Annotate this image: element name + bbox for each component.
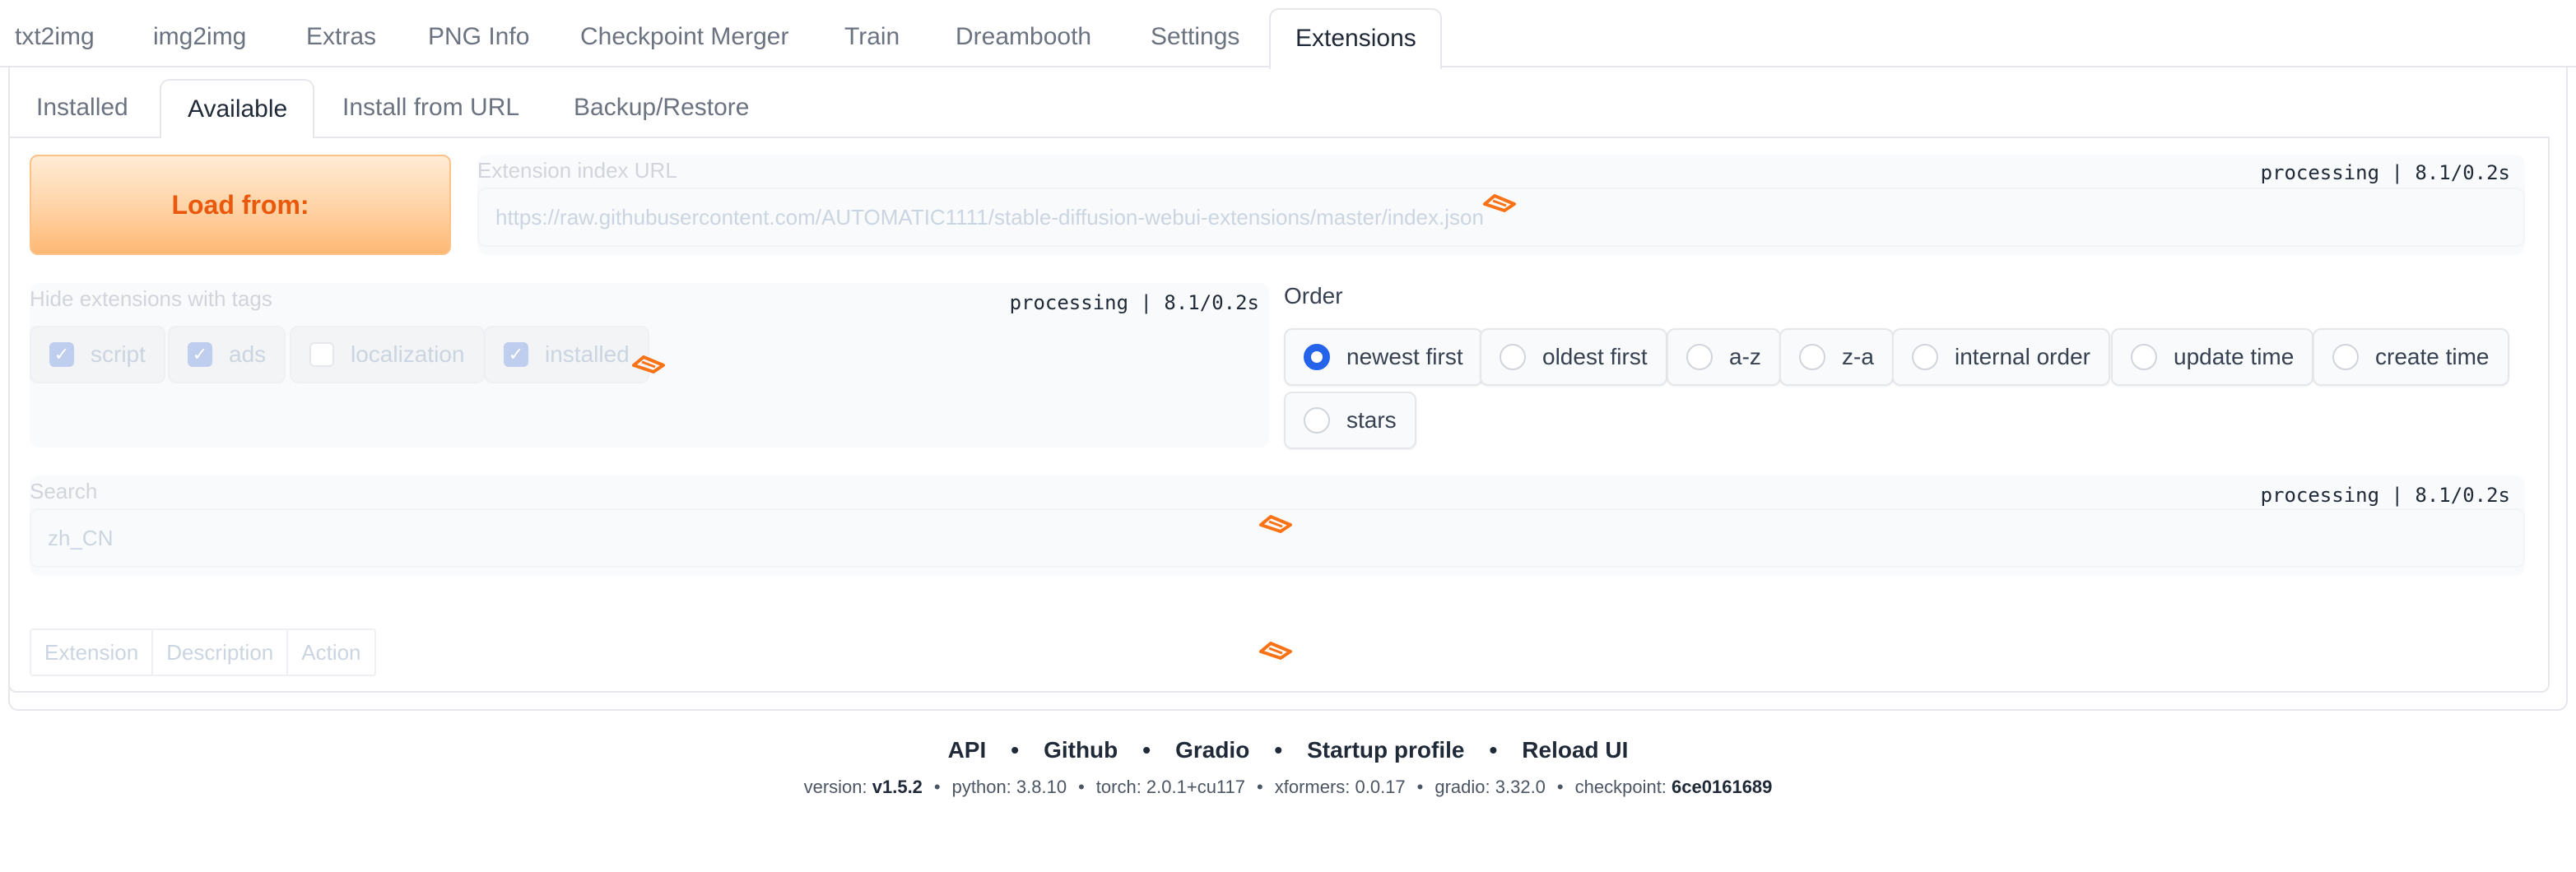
column-header-description[interactable]: Description — [153, 630, 289, 675]
order-radio-internal-order[interactable]: internal order — [1892, 328, 2110, 386]
tab-extensions[interactable]: Extensions — [1269, 8, 1442, 69]
tab-checkpoint-merger[interactable]: Checkpoint Merger — [580, 8, 788, 67]
tag-label: localization — [351, 341, 465, 367]
tab-settings[interactable]: Settings — [1151, 8, 1239, 67]
radio-unselected-icon — [1799, 344, 1825, 370]
checkbox-unchecked-icon — [309, 342, 334, 367]
footer-separator: • — [1257, 777, 1263, 797]
order-label: Order — [1284, 283, 1343, 308]
order-option-label: z-a — [1842, 344, 1874, 369]
loading-spinner-icon — [1483, 194, 1516, 212]
subtab-installed[interactable]: Installed — [36, 79, 128, 137]
footer-separator: • — [1078, 777, 1085, 797]
radio-unselected-icon — [1304, 407, 1330, 434]
tag-label: script — [91, 341, 146, 367]
hide-tags-label: Hide extensions with tags — [30, 286, 272, 311]
hide-tags-status: processing | 8.1/0.2s — [1009, 291, 1259, 314]
order-option-label: a-z — [1729, 344, 1761, 369]
load-from-button[interactable]: Load from: — [30, 155, 451, 255]
radio-selected-icon — [1304, 344, 1330, 370]
loading-spinner-icon — [632, 355, 665, 373]
python-version: python: 3.8.10 — [951, 777, 1067, 797]
order-radio-z-a[interactable]: z-a — [1779, 328, 1894, 386]
footer-separator: • — [1556, 777, 1564, 797]
order-radio-stars[interactable]: stars — [1284, 392, 1416, 449]
checkbox-checked-icon: ✓ — [504, 342, 528, 367]
tag-checkbox-script[interactable]: ✓ script — [30, 326, 165, 383]
tab-txt2img[interactable]: txt2img — [15, 8, 95, 67]
footer-separator: • — [1011, 737, 1020, 763]
loading-spinner-icon — [1259, 642, 1292, 660]
torch-version: torch: 2.0.1+cu117 — [1095, 777, 1246, 797]
gradio-version: gradio: 3.32.0 — [1434, 777, 1546, 797]
footer-separator: • — [1142, 737, 1151, 763]
order-radio-update-time[interactable]: update time — [2111, 328, 2314, 386]
order-radio-newest-first[interactable]: newest first — [1284, 328, 1483, 386]
radio-unselected-icon — [1686, 344, 1713, 370]
order-radio-create-time[interactable]: create time — [2313, 328, 2509, 386]
tag-label: installed — [545, 341, 630, 367]
column-header-extension[interactable]: Extension — [31, 630, 154, 675]
tag-checkbox-installed[interactable]: ✓ installed — [484, 326, 649, 383]
footer-link-github[interactable]: Github — [1044, 737, 1118, 763]
version-value: v1.5.2 — [872, 777, 923, 797]
order-option-label: stars — [1346, 407, 1397, 433]
footer-separator: • — [1274, 737, 1283, 763]
footer-separator: • — [933, 777, 941, 797]
tab-png-info[interactable]: PNG Info — [428, 8, 529, 67]
index-url-status: processing | 8.1/0.2s — [2260, 161, 2510, 184]
radio-unselected-icon — [1912, 344, 1938, 370]
order-radio-oldest-first[interactable]: oldest first — [1480, 328, 1667, 386]
subtab-backup-restore[interactable]: Backup/Restore — [574, 79, 749, 137]
subtab-available[interactable]: Available — [160, 79, 314, 138]
footer-links: API • Github • Gradio • Startup profile • Reload… — [0, 737, 2576, 763]
search-status: processing | 8.1/0.2s — [2260, 484, 2510, 507]
radio-unselected-icon — [1500, 344, 1526, 370]
radio-unselected-icon — [2332, 344, 2359, 370]
checkbox-checked-icon: ✓ — [188, 342, 212, 367]
order-option-label: oldest first — [1542, 344, 1648, 369]
tab-train[interactable]: Train — [844, 8, 900, 67]
footer-version-info: version: v1.5.2 • python: 3.8.10 • torch: 2.… — [0, 777, 2576, 798]
footer-separator: • — [1489, 737, 1498, 763]
checkpoint-value[interactable]: 6ce0161689 — [1672, 777, 1772, 797]
search-label: Search — [30, 479, 98, 503]
tab-img2img[interactable]: img2img — [153, 8, 246, 67]
loading-spinner-icon — [1259, 515, 1292, 533]
subtab-install-from-url[interactable]: Install from URL — [342, 79, 519, 137]
order-option-label: newest first — [1346, 344, 1463, 369]
footer-link-reload-ui[interactable]: Reload UI — [1522, 737, 1628, 763]
tab-dreambooth[interactable]: Dreambooth — [956, 8, 1091, 67]
footer-link-gradio[interactable]: Gradio — [1175, 737, 1249, 763]
footer-separator: • — [1416, 777, 1424, 797]
version-label: version: — [803, 777, 867, 797]
tab-extras[interactable]: Extras — [306, 8, 376, 67]
order-radio-a-z[interactable]: a-z — [1667, 328, 1781, 386]
order-option-label: update time — [2174, 344, 2295, 369]
tag-checkbox-ads[interactable]: ✓ ads — [168, 326, 286, 383]
footer-link-startup-profile[interactable]: Startup profile — [1307, 737, 1464, 763]
footer-link-api[interactable]: API — [948, 737, 987, 763]
index-url-label: Extension index URL — [477, 158, 677, 183]
xformers-version: xformers: 0.0.17 — [1274, 777, 1406, 797]
column-header-action[interactable]: Action — [288, 630, 374, 675]
radio-unselected-icon — [2131, 344, 2157, 370]
tag-label: ads — [229, 341, 267, 367]
extensions-table-header: Extension Description Action — [30, 628, 376, 676]
checkpoint-label: checkpoint: — [1574, 777, 1667, 797]
order-option-label: internal order — [1955, 344, 2090, 369]
order-option-label: create time — [2375, 344, 2490, 369]
checkbox-checked-icon: ✓ — [49, 342, 74, 367]
tag-checkbox-localization[interactable]: localization — [290, 326, 485, 383]
